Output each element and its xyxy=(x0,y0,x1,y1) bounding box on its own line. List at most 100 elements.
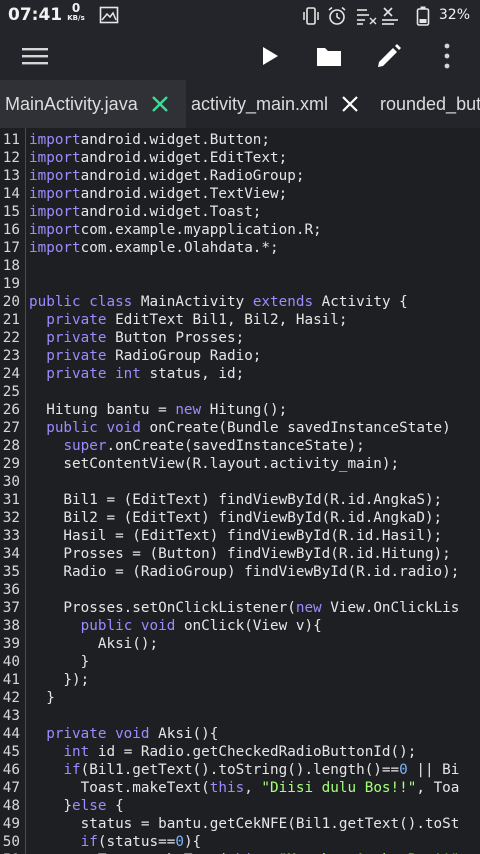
tab-mainactivity-java[interactable]: MainActivity.java xyxy=(0,80,186,128)
code-line[interactable]: 12 importandroid.widget.EditText; xyxy=(0,149,480,167)
file-tabs: MainActivity.java activity_main.xml roun… xyxy=(0,80,480,128)
code-token: Aksi(); xyxy=(29,636,159,652)
code-line[interactable]: 23 private RadioGroup Radio; xyxy=(0,347,480,365)
code-line[interactable]: 45 int id = Radio.getCheckedRadioButtonI… xyxy=(0,743,480,761)
code-line[interactable]: 35 Radio = (RadioGroup) findViewById(R.i… xyxy=(0,563,480,581)
code-line[interactable]: 19 xyxy=(0,275,480,293)
code-line[interactable]: 24 private int status, id; xyxy=(0,365,480,383)
line-number: 28 xyxy=(2,438,20,454)
keyword-token: if xyxy=(63,762,81,778)
code-line[interactable]: 43 xyxy=(0,707,480,725)
code-line[interactable]: 29 setContentView(R.layout.activity_main… xyxy=(0,455,480,473)
code-line[interactable]: 37 Prosses.setOnClickListener(new View.O… xyxy=(0,599,480,617)
line-number: 31 xyxy=(2,492,20,508)
keyword-token: import xyxy=(29,186,81,202)
close-icon xyxy=(151,96,168,112)
edit-button[interactable] xyxy=(373,40,405,72)
code-line[interactable]: 40 } xyxy=(0,653,480,671)
keyword-token: this xyxy=(209,780,245,796)
code-line[interactable]: 33 Hasil = (EditText) findViewById(R.id.… xyxy=(0,527,480,545)
code-line[interactable]: 47 Toast.makeText(this, "Diisi dulu Bos!… xyxy=(0,779,480,797)
code-line[interactable]: 39 Aksi(); xyxy=(0,635,480,653)
code-line[interactable]: 14 importandroid.widget.TextView; xyxy=(0,185,480,203)
line-number: 48 xyxy=(2,798,20,814)
code-text: Prosses = (Button) findViewById(R.id.Hit… xyxy=(29,545,450,563)
keyword-token: import xyxy=(29,150,81,166)
code-line[interactable]: 49 status = bantu.getCekNFE(Bil1.getText… xyxy=(0,815,480,833)
code-line[interactable]: 50 if(status==0){ xyxy=(0,833,480,851)
code-token: }); xyxy=(29,672,90,688)
code-line[interactable]: 38 public void onClick(View v){ xyxy=(0,617,480,635)
close-tab-button[interactable] xyxy=(150,94,170,114)
code-line[interactable]: 11 importandroid.widget.Button; xyxy=(0,131,480,149)
code-line[interactable]: 17 importcom.example.Olahdata.*; xyxy=(0,239,480,257)
code-line[interactable]: 42 } xyxy=(0,689,480,707)
keyword-token: public class xyxy=(29,294,133,310)
code-text: Bil2 = (EditText) findViewById(R.id.Angk… xyxy=(29,509,442,527)
keyword-token: int xyxy=(63,744,90,760)
code-line[interactable]: 44 private void Aksi(){ xyxy=(0,725,480,743)
code-line[interactable]: 48 }else { xyxy=(0,797,480,815)
status-time: 07:41 xyxy=(8,5,63,25)
code-line[interactable]: 22 private Button Prosses; xyxy=(0,329,480,347)
code-token: Hitung(); xyxy=(201,402,288,418)
line-number: 26 xyxy=(2,402,20,418)
code-token: Prosses.setOnClickListener( xyxy=(29,600,296,616)
line-number: 35 xyxy=(2,564,20,580)
code-line[interactable]: 20 public class MainActivity extends Acti… xyxy=(0,293,480,311)
code-line[interactable]: 32 Bil2 = (EditText) findViewById(R.id.A… xyxy=(0,509,480,527)
line-number: 23 xyxy=(2,348,20,364)
code-line[interactable]: 36 xyxy=(0,581,480,599)
code-text: int id = Radio.getCheckedRadioButtonId()… xyxy=(29,743,416,761)
code-token: com.example.myapplication.R; xyxy=(80,222,322,238)
number-token: 0 xyxy=(175,834,184,850)
run-button[interactable] xyxy=(254,40,286,72)
keyword-token: private void xyxy=(46,726,150,742)
code-line[interactable]: 31 Bil1 = (EditText) findViewById(R.id.A… xyxy=(0,491,480,509)
code-text: importandroid.widget.EditText; xyxy=(29,149,287,167)
code-line[interactable]: 27 public void onCreate(Bundle savedInst… xyxy=(0,419,480,437)
line-number: 43 xyxy=(2,708,20,724)
tab-rounded-button[interactable]: rounded_butt xyxy=(375,80,480,128)
code-line[interactable]: 41 }); xyxy=(0,671,480,689)
line-number: 38 xyxy=(2,618,20,634)
folder-icon xyxy=(317,48,341,66)
status-bar: 07:41 0 KB/s 32% xyxy=(0,0,480,32)
code-token: Aksi(){ xyxy=(149,726,219,742)
open-folder-button[interactable] xyxy=(313,40,345,72)
code-line[interactable]: 25 xyxy=(0,383,480,401)
keyword-token: import xyxy=(29,240,81,256)
code-line[interactable]: 34 Prosses = (Button) findViewById(R.id.… xyxy=(0,545,480,563)
menu-button[interactable] xyxy=(19,40,51,72)
line-number: 17 xyxy=(2,240,20,256)
code-token: com.example.Olahdata.*; xyxy=(80,240,279,256)
close-tab-button[interactable] xyxy=(340,94,360,114)
code-token: Toast.makeText( xyxy=(29,780,210,796)
code-line[interactable]: 13 importandroid.widget.RadioGroup; xyxy=(0,167,480,185)
code-editor[interactable]: 11 importandroid.widget.Button; 12 importan… xyxy=(0,128,480,854)
code-token: Bil2 = (EditText) findViewById(R.id.Angk… xyxy=(29,510,443,526)
network-speed-value: 0 xyxy=(71,1,81,15)
line-number: 19 xyxy=(2,276,20,292)
code-line[interactable]: 30 xyxy=(0,473,480,491)
code-line[interactable]: 16 importcom.example.myapplication.R; xyxy=(0,221,480,239)
code-line[interactable]: 15 importandroid.widget.Toast; xyxy=(0,203,480,221)
code-line[interactable]: 26 Hitung bantu = new Hitung(); xyxy=(0,401,480,419)
code-token: EditText Bil1, Bil2, Hasil; xyxy=(106,312,348,328)
line-number: 44 xyxy=(2,726,20,742)
code-text: if(Bil1.getText().toString().length()==0… xyxy=(29,761,459,779)
code-token: id = Radio.getCheckedRadioButtonId(); xyxy=(89,744,417,760)
tab-activity-main-xml[interactable]: activity_main.xml xyxy=(186,80,374,128)
code-line[interactable]: 28 super.onCreate(savedInstanceState); xyxy=(0,437,480,455)
string-token: "Diisi dulu Bos!!" xyxy=(261,780,417,796)
code-line[interactable]: 18 xyxy=(0,257,480,275)
more-options-button[interactable] xyxy=(431,40,463,72)
image-icon xyxy=(99,6,119,28)
line-number: 25 xyxy=(2,384,20,400)
line-number: 42 xyxy=(2,690,20,706)
code-line[interactable]: 21 private EditText Bil1, Bil2, Hasil; xyxy=(0,311,480,329)
code-token: status, id; xyxy=(140,366,245,382)
line-number: 14 xyxy=(2,186,20,202)
code-line[interactable]: 46 if(Bil1.getText().toString().length()… xyxy=(0,761,480,779)
